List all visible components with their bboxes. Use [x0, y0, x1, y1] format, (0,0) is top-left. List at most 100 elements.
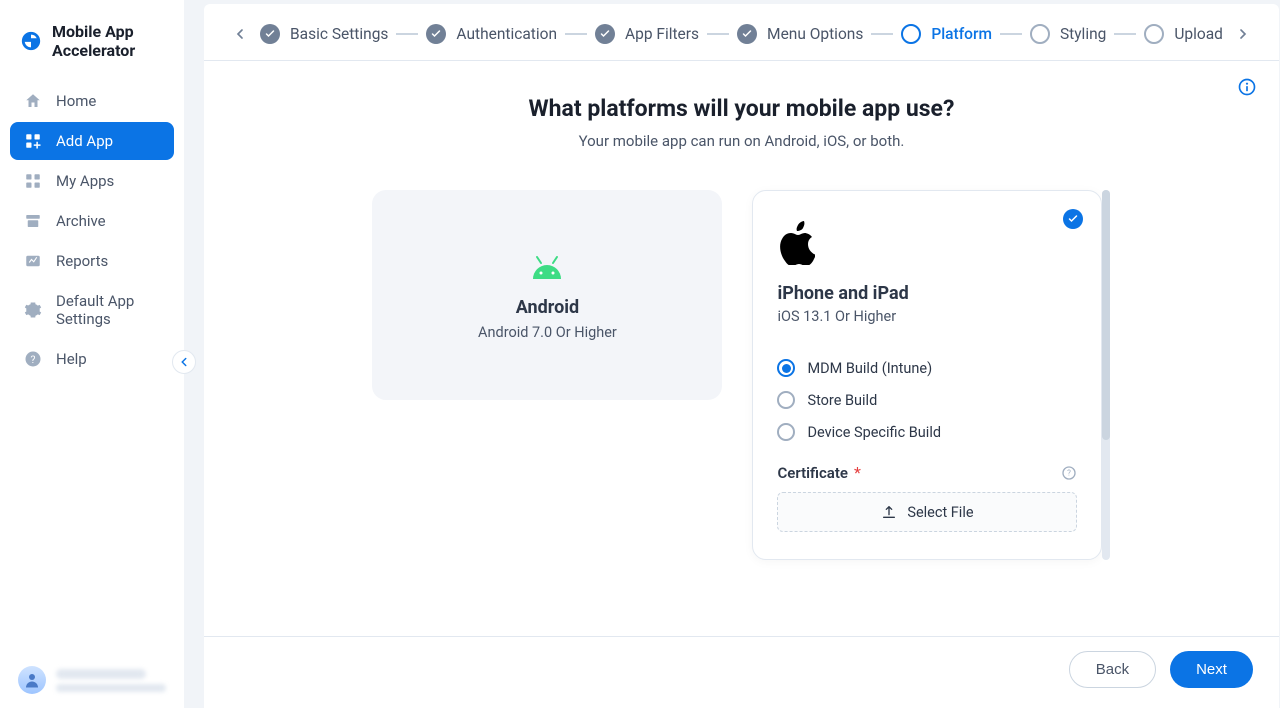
radio-label: MDM Build (Intune) — [807, 360, 932, 377]
radio-icon — [777, 423, 795, 441]
step-done-icon — [595, 24, 615, 44]
scrollbar-thumb[interactable] — [1102, 190, 1110, 440]
select-file-label: Select File — [907, 504, 973, 521]
step-platform[interactable]: Platform — [901, 24, 992, 44]
sidebar-item-label: Add App — [56, 132, 113, 150]
page-subtitle: Your mobile app can run on Android, iOS,… — [234, 132, 1249, 150]
step-label: Platform — [931, 25, 992, 43]
user-name-redacted — [56, 669, 146, 679]
upload-icon — [881, 504, 897, 520]
footer: Back Next — [204, 636, 1279, 708]
chevron-left-icon — [177, 355, 191, 369]
ios-build-type-group: MDM Build (Intune) Store Build Device Sp… — [777, 359, 1077, 441]
my-apps-icon — [24, 172, 42, 190]
stepper-next-button[interactable] — [1231, 22, 1255, 46]
help-icon: ? — [24, 350, 42, 368]
sidebar-item-label: Reports — [56, 252, 108, 270]
step-separator — [1114, 33, 1136, 35]
radio-label: Device Specific Build — [807, 424, 941, 441]
step-active-icon — [901, 24, 921, 44]
certificate-label-wrap: Certificate * — [777, 463, 860, 482]
selected-check-icon — [1063, 209, 1083, 229]
ios-title: iPhone and iPad — [777, 283, 1077, 304]
sidebar-item-label: Home — [56, 92, 96, 110]
step-styling[interactable]: Styling — [1030, 24, 1106, 44]
add-app-icon — [24, 132, 42, 150]
main: Basic Settings Authentication App Filter… — [184, 0, 1280, 708]
certificate-label: Certificate — [777, 464, 848, 482]
step-separator — [1000, 33, 1022, 35]
apple-icon — [777, 250, 815, 269]
step-label: Upload — [1174, 25, 1223, 43]
radio-icon — [777, 391, 795, 409]
step-label: Basic Settings — [290, 25, 388, 43]
sidebar-item-my-apps[interactable]: My Apps — [10, 162, 174, 200]
radio-icon — [777, 359, 795, 377]
next-button[interactable]: Next — [1170, 651, 1253, 688]
stepper-prev-button[interactable] — [228, 22, 252, 46]
android-icon — [527, 255, 567, 279]
sidebar-item-label: My Apps — [56, 172, 114, 190]
home-icon — [24, 92, 42, 110]
step-future-icon — [1144, 24, 1164, 44]
step-label: Styling — [1060, 25, 1106, 43]
radio-device-specific-build[interactable]: Device Specific Build — [777, 423, 1077, 441]
chevron-left-icon — [232, 26, 248, 42]
back-button[interactable]: Back — [1069, 651, 1156, 688]
sidebar-collapse-button[interactable] — [172, 350, 196, 374]
brand-title: Mobile App Accelerator — [52, 22, 164, 60]
user-avatar[interactable] — [18, 666, 46, 694]
radio-label: Store Build — [807, 392, 877, 409]
sidebar-item-add-app[interactable]: Add App — [10, 122, 174, 160]
step-done-icon — [426, 24, 446, 44]
platform-cards: Android Android 7.0 Or Higher iPhone and… — [234, 190, 1249, 560]
certificate-label-row: Certificate * ? — [777, 463, 1077, 482]
page-title: What platforms will your mobile app use? — [234, 95, 1249, 122]
platform-card-ios[interactable]: iPhone and iPad iOS 13.1 Or Higher MDM B… — [752, 190, 1102, 560]
select-file-button[interactable]: Select File — [777, 492, 1077, 532]
required-indicator: * — [854, 463, 861, 482]
sidebar-item-archive[interactable]: Archive — [10, 202, 174, 240]
step-authentication[interactable]: Authentication — [426, 24, 557, 44]
sidebar-nav: Home Add App My Apps Archive Reports Def… — [0, 78, 184, 384]
stepper: Basic Settings Authentication App Filter… — [204, 4, 1279, 60]
step-upload[interactable]: Upload — [1144, 24, 1223, 44]
android-title: Android — [516, 297, 579, 318]
app-root: Mobile App Accelerator Home Add App My A… — [0, 0, 1280, 708]
brand: Mobile App Accelerator — [0, 0, 184, 78]
step-separator — [871, 33, 893, 35]
step-label: Authentication — [456, 25, 557, 43]
step-basic-settings[interactable]: Basic Settings — [260, 24, 388, 44]
sidebar-footer — [0, 652, 184, 708]
brand-logo-icon — [20, 30, 42, 52]
certificate-help-icon[interactable]: ? — [1061, 465, 1077, 481]
user-info — [56, 669, 166, 692]
reports-icon — [24, 252, 42, 270]
android-subtitle: Android 7.0 Or Higher — [478, 324, 617, 341]
user-email-redacted — [56, 684, 166, 692]
sidebar: Mobile App Accelerator Home Add App My A… — [0, 0, 184, 708]
chevron-right-icon — [1235, 26, 1251, 42]
step-app-filters[interactable]: App Filters — [595, 24, 699, 44]
svg-text:?: ? — [31, 353, 36, 366]
svg-text:?: ? — [1068, 468, 1072, 477]
platform-card-android[interactable]: Android Android 7.0 Or Higher — [372, 190, 722, 400]
info-icon[interactable] — [1237, 77, 1257, 97]
sidebar-item-home[interactable]: Home — [10, 82, 174, 120]
step-menu-options[interactable]: Menu Options — [737, 24, 863, 44]
step-done-icon — [737, 24, 757, 44]
gear-icon — [24, 301, 42, 319]
radio-store-build[interactable]: Store Build — [777, 391, 1077, 409]
archive-icon — [24, 212, 42, 230]
ios-subtitle: iOS 13.1 Or Higher — [777, 308, 1077, 325]
sidebar-item-label: Archive — [56, 212, 106, 230]
ios-card-wrapper: iPhone and iPad iOS 13.1 Or Higher MDM B… — [752, 190, 1110, 560]
sidebar-item-label: Help — [56, 350, 87, 368]
sidebar-item-default-settings[interactable]: Default App Settings — [10, 282, 174, 338]
sidebar-item-help[interactable]: ? Help — [10, 340, 174, 378]
radio-mdm-build[interactable]: MDM Build (Intune) — [777, 359, 1077, 377]
step-done-icon — [260, 24, 280, 44]
step-separator — [707, 33, 729, 35]
sidebar-item-reports[interactable]: Reports — [10, 242, 174, 280]
sidebar-item-label: Default App Settings — [56, 292, 160, 328]
